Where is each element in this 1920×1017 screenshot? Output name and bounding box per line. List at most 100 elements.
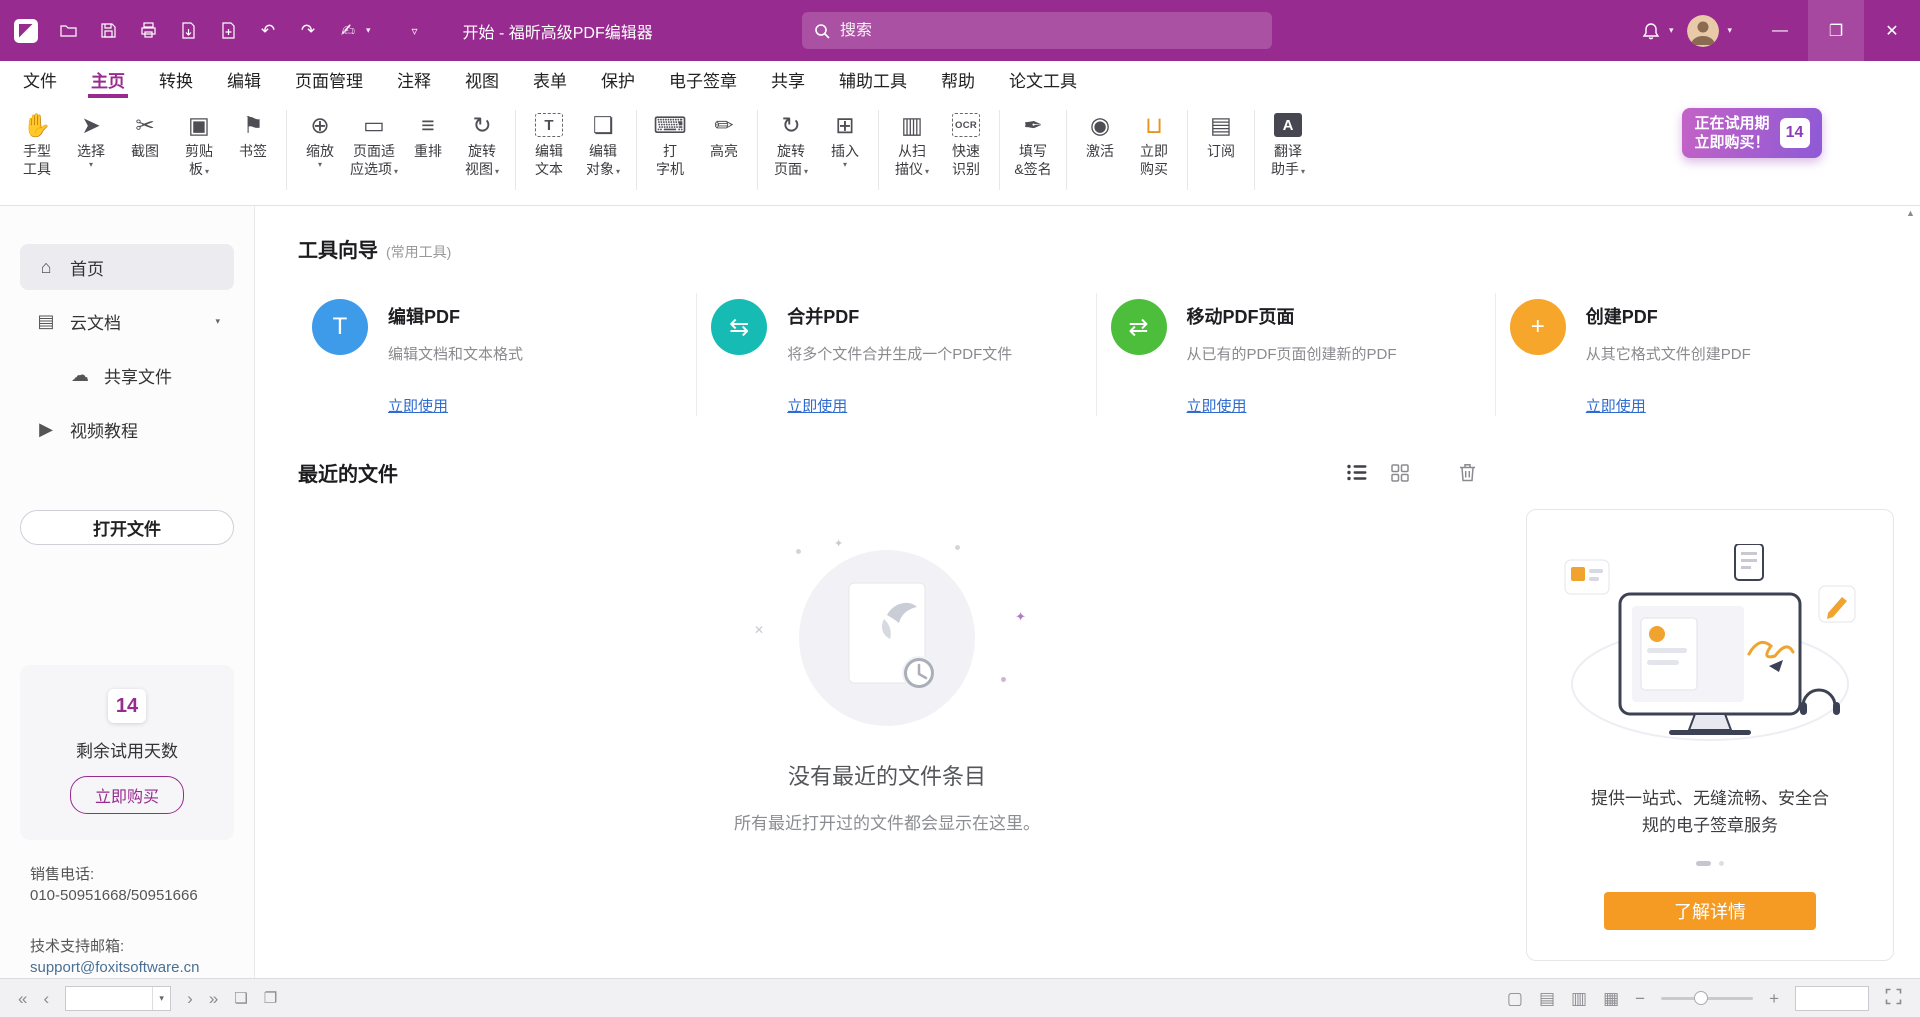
rotate-pages-button[interactable]: ↻ 旋转 页面▾ [764, 106, 818, 183]
activate-button[interactable]: ◉ 激活 [1073, 106, 1127, 162]
hand-tool-button[interactable]: ✋ 手型 工具 [10, 106, 64, 180]
chevron-down-icon[interactable]: ▾ [495, 167, 499, 176]
sidebar-item-cloud-docs[interactable]: ▤ 云文档 ▾ [20, 298, 234, 344]
select-tool-button[interactable]: ➤ 选择 ▾ [64, 106, 118, 172]
reflow-button[interactable]: ≡ 重排 [401, 106, 455, 162]
notifications-bell-icon[interactable] [1641, 21, 1661, 41]
chevron-down-icon[interactable]: ▾ [925, 167, 929, 176]
first-page-button[interactable]: « [18, 990, 27, 1007]
sidebar-item-home[interactable]: ⌂ 首页 [20, 244, 234, 290]
menu-item-protect[interactable]: 保护 [584, 61, 652, 98]
card-edit-pdf[interactable]: T 编辑PDF 编辑文档和文本格式 立即使用 [298, 293, 696, 416]
zoom-level-input[interactable] [1796, 987, 1868, 1010]
menu-item-view[interactable]: 视图 [448, 61, 516, 98]
clear-recent-button[interactable] [1459, 463, 1476, 482]
use-now-link[interactable]: 立即使用 [1187, 395, 1247, 416]
support-email-link[interactable]: support@foxitsoftware.cn [30, 957, 254, 978]
bookmark-button[interactable]: ⚑ 书签 [226, 106, 280, 162]
edit-text-button[interactable]: T 编辑 文本 [522, 106, 576, 180]
menu-item-form[interactable]: 表单 [516, 61, 584, 98]
menu-item-edit[interactable]: 编辑 [210, 61, 278, 98]
prev-page-button[interactable]: ‹ [43, 990, 49, 1007]
sidebar-item-shared-files[interactable]: ☁ 共享文件 [20, 352, 234, 398]
menu-item-esign[interactable]: 电子签章 [652, 61, 754, 98]
chevron-down-icon[interactable]: ▾ [394, 167, 398, 176]
zoom-out-button[interactable]: − [1635, 990, 1645, 1007]
rotate-view-button[interactable]: ↻ 旋转 视图▾ [455, 106, 509, 183]
chevron-down-icon[interactable]: ▾ [1723, 25, 1736, 36]
menu-item-file[interactable]: 文件 [6, 61, 74, 98]
trial-buy-badge[interactable]: 正在试用期 立即购买！ 14 [1682, 108, 1822, 158]
chevron-down-icon[interactable]: ▾ [205, 167, 209, 176]
chevron-down-icon[interactable]: ▾ [616, 167, 620, 176]
restore-button[interactable]: ❐ [1808, 0, 1864, 61]
zoom-slider[interactable] [1661, 997, 1753, 1000]
single-page-layout-icon[interactable]: ▢ [1507, 990, 1523, 1007]
list-view-button[interactable] [1347, 464, 1367, 481]
page-number-input[interactable] [66, 987, 152, 1010]
scroll-up-icon[interactable]: ▲ [1904, 208, 1917, 218]
zoom-button[interactable]: ⊕ 缩放 ▾ [293, 106, 347, 172]
menu-item-convert[interactable]: 转换 [142, 61, 210, 98]
chevron-down-icon[interactable]: ▾ [318, 160, 322, 170]
buy-now-button[interactable]: ⊔ 立即 购买 [1127, 106, 1181, 180]
redo-icon[interactable]: ↷ [298, 21, 318, 41]
facing-layout-icon[interactable]: ▥ [1571, 990, 1587, 1007]
sidebar-item-video-tutorials[interactable]: ▶ 视频教程 [20, 406, 234, 452]
next-view-icon[interactable]: ❐ [264, 991, 277, 1006]
previous-view-icon[interactable]: ❏ [234, 991, 247, 1006]
page-fit-button[interactable]: ▭ 页面适 应选项▾ [347, 106, 401, 183]
use-now-link[interactable]: 立即使用 [787, 395, 847, 416]
undo-icon[interactable]: ↶ [258, 21, 278, 41]
chevron-down-icon[interactable]: ▾ [1665, 25, 1678, 36]
chevron-down-icon[interactable]: ▾ [89, 160, 93, 170]
chevron-down-icon[interactable]: ▾ [1301, 167, 1305, 176]
subscribe-button[interactable]: ▤ 订阅 [1194, 106, 1248, 162]
fit-screen-icon[interactable] [1885, 988, 1902, 1008]
chevron-down-icon[interactable]: ▾ [215, 316, 220, 327]
card-create-pdf[interactable]: + 创建PDF 从其它格式文件创建PDF 立即使用 [1495, 293, 1894, 416]
insert-button[interactable]: ⊞ 插入 ▾ [818, 106, 872, 172]
facing-continuous-layout-icon[interactable]: ▦ [1603, 990, 1619, 1007]
minimize-button[interactable]: — [1752, 0, 1808, 61]
edit-object-button[interactable]: ❏ 编辑 对象▾ [576, 106, 630, 183]
search-input[interactable] [840, 22, 1260, 40]
menu-item-accessibility[interactable]: 辅助工具 [822, 61, 924, 98]
clipboard-button[interactable]: ▣ 剪贴 板▾ [172, 106, 226, 183]
menu-item-paper-tools[interactable]: 论文工具 [992, 61, 1094, 98]
zoom-slider-thumb[interactable] [1694, 991, 1708, 1005]
chevron-down-icon[interactable]: ▾ [804, 167, 808, 176]
promo-dot-active[interactable] [1696, 861, 1711, 866]
open-file-button[interactable]: 打开文件 [20, 510, 234, 545]
chevron-down-icon[interactable]: ▾ [843, 160, 847, 170]
typewriter-button[interactable]: ⌨ 打 字机 [643, 106, 697, 180]
search-box[interactable] [802, 12, 1272, 49]
close-button[interactable]: ✕ [1864, 0, 1920, 61]
menu-item-home[interactable]: 主页 [74, 61, 142, 98]
continuous-layout-icon[interactable]: ▤ [1539, 990, 1555, 1007]
learn-more-button[interactable]: 了解详情 [1604, 892, 1816, 930]
grid-view-button[interactable] [1391, 464, 1409, 482]
card-move-pdf-pages[interactable]: ⇄ 移动PDF页面 从已有的PDF页面创建新的PDF 立即使用 [1096, 293, 1495, 416]
chevron-down-icon[interactable]: ▾ [152, 987, 170, 1010]
create-pdf-icon-titlebar[interactable] [218, 21, 238, 41]
snapshot-button[interactable]: ✂ 截图 [118, 106, 172, 162]
user-avatar[interactable] [1687, 15, 1719, 47]
next-page-button[interactable]: › [187, 990, 193, 1007]
card-merge-pdf[interactable]: ⇆ 合并PDF 将多个文件合并生成一个PDF文件 立即使用 [696, 293, 1095, 416]
use-now-link[interactable]: 立即使用 [388, 395, 448, 416]
ribbon-toggle-icon[interactable]: ▿ [405, 21, 425, 41]
menu-item-help[interactable]: 帮助 [924, 61, 992, 98]
zoom-in-button[interactable]: + [1769, 990, 1779, 1007]
export-pdf-icon[interactable] [178, 21, 198, 41]
fill-sign-button[interactable]: ✒ 填写 &签名 [1006, 106, 1060, 180]
content-scrollbar[interactable]: ▲ [1904, 208, 1917, 974]
open-file-icon[interactable] [58, 21, 78, 41]
menu-item-comment[interactable]: 注释 [380, 61, 448, 98]
menu-item-page-organize[interactable]: 页面管理 [278, 61, 380, 98]
save-icon[interactable] [98, 21, 118, 41]
buy-now-pill-button[interactable]: 立即购买 [70, 776, 184, 814]
from-scanner-button[interactable]: ▥ 从扫 描仪▾ [885, 106, 939, 183]
esign-tool-icon[interactable]: ✍ [338, 21, 358, 41]
print-icon[interactable] [138, 21, 158, 41]
